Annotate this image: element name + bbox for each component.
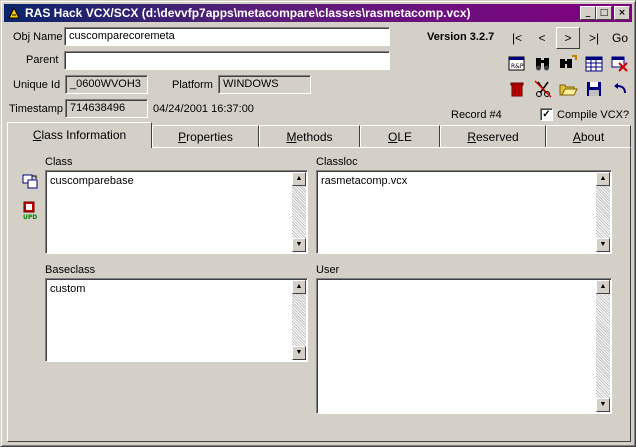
classloc-scrollbar[interactable]: ▲ ▼ — [596, 172, 610, 252]
unique-id-label: Unique Id — [13, 79, 61, 91]
timestamp-date: 04/24/2001 16:37:00 — [153, 103, 254, 115]
scroll-up-icon[interactable]: ▲ — [596, 280, 610, 294]
scroll-down-icon[interactable]: ▼ — [596, 398, 610, 412]
baseclass-label: Baseclass — [45, 264, 96, 276]
tab-class-information[interactable]: Class Information — [7, 122, 152, 148]
report-icon[interactable]: R&P — [507, 54, 527, 74]
user-textbox[interactable]: ▲ ▼ — [316, 278, 612, 414]
cut-scissors-icon[interactable] — [533, 79, 553, 99]
classloc-label: Classloc — [316, 156, 358, 168]
scroll-up-icon[interactable]: ▲ — [596, 172, 610, 186]
go-button[interactable]: Go — [608, 27, 632, 49]
scroll-up-icon[interactable]: ▲ — [292, 280, 306, 294]
tab-label: Methods — [286, 130, 333, 144]
tab-properties[interactable]: Properties — [152, 125, 259, 147]
platform-field: WINDOWS — [218, 75, 311, 94]
close-button[interactable]: × — [614, 6, 630, 20]
trash-icon[interactable] — [507, 79, 527, 99]
baseclass-textbox[interactable]: custom ▲ ▼ — [45, 278, 308, 362]
baseclass-value: custom — [50, 283, 86, 295]
binoculars-icon[interactable] — [533, 54, 553, 74]
obj-name-input[interactable]: cuscomparecoremeta — [64, 27, 390, 46]
next-record-button[interactable]: > — [556, 27, 580, 49]
unique-id-field: _0600WVOH3 — [65, 75, 148, 94]
scroll-down-icon[interactable]: ▼ — [596, 238, 610, 252]
class-textbox[interactable]: cuscomparebase ▲ ▼ — [45, 170, 308, 254]
tab-label: OLE — [387, 130, 413, 144]
tab-label: About — [572, 130, 605, 144]
version-label: Version 3.2.7 — [427, 31, 495, 43]
user-scrollbar[interactable]: ▲ ▼ — [596, 280, 610, 412]
record-label: Record #4 — [451, 109, 502, 121]
classloc-textbox[interactable]: rasmetacomp.vcx ▲ ▼ — [316, 170, 612, 254]
class-scrollbar[interactable]: ▲ ▼ — [292, 172, 306, 252]
scroll-down-icon[interactable]: ▼ — [292, 346, 306, 360]
find-next-icon[interactable] — [558, 54, 578, 74]
class-value: cuscomparebase — [50, 175, 134, 187]
last-record-button[interactable]: >| — [582, 27, 606, 49]
timestamp-label: Timestamp — [9, 103, 63, 115]
tab-label: Properties — [178, 130, 233, 144]
svg-text:R&P: R&P — [511, 63, 524, 70]
copy-class-icon[interactable] — [20, 172, 40, 192]
scroll-up-icon[interactable]: ▲ — [292, 172, 306, 186]
minimize-button[interactable]: _ — [580, 6, 596, 20]
svg-text:UPD: UPD — [23, 214, 37, 220]
undo-icon[interactable] — [610, 79, 630, 99]
parent-label: Parent — [26, 54, 59, 66]
user-label: User — [316, 264, 340, 276]
title-bar[interactable]: RAS Hack VCX/SCX (d:\devvfp7apps\metacom… — [4, 4, 632, 22]
save-disk-icon[interactable] — [584, 79, 604, 99]
prev-record-button[interactable]: < — [530, 27, 554, 49]
app-icon — [8, 6, 20, 19]
tab-ole[interactable]: OLE — [360, 125, 440, 147]
parent-input[interactable] — [64, 51, 390, 70]
class-information-panel: UPD Class cuscomparebase ▲ ▼ Classloc ras… — [7, 147, 631, 442]
maximize-button[interactable]: □ — [596, 6, 612, 20]
tab-methods[interactable]: Methods — [259, 125, 360, 147]
obj-name-label: Obj Name — [13, 31, 63, 43]
classloc-value: rasmetacomp.vcx — [321, 175, 408, 187]
tab-about[interactable]: About — [546, 125, 631, 147]
grid-icon[interactable] — [584, 54, 604, 74]
update-class-icon[interactable]: UPD — [20, 200, 40, 220]
delete-table-icon[interactable] — [610, 54, 630, 74]
compile-vcx-label: Compile VCX? — [557, 109, 630, 121]
open-folder-icon[interactable] — [558, 79, 578, 99]
scroll-down-icon[interactable]: ▼ — [292, 238, 306, 252]
tab-label: Reserved — [467, 130, 519, 144]
timestamp-field: 714638496 — [65, 99, 148, 118]
baseclass-scrollbar[interactable]: ▲ ▼ — [292, 280, 306, 360]
main-window: RAS Hack VCX/SCX (d:\devvfp7apps\metacom… — [0, 0, 636, 447]
tab-label: Class Information — [32, 128, 127, 142]
compile-vcx-checkbox[interactable]: ✓ — [540, 108, 553, 121]
class-label: Class — [45, 156, 73, 168]
window-title: RAS Hack VCX/SCX (d:\devvfp7apps\metacom… — [25, 6, 471, 20]
tab-reserved[interactable]: Reserved — [440, 125, 546, 147]
first-record-button[interactable]: |< — [505, 27, 529, 49]
platform-label: Platform — [172, 79, 213, 91]
